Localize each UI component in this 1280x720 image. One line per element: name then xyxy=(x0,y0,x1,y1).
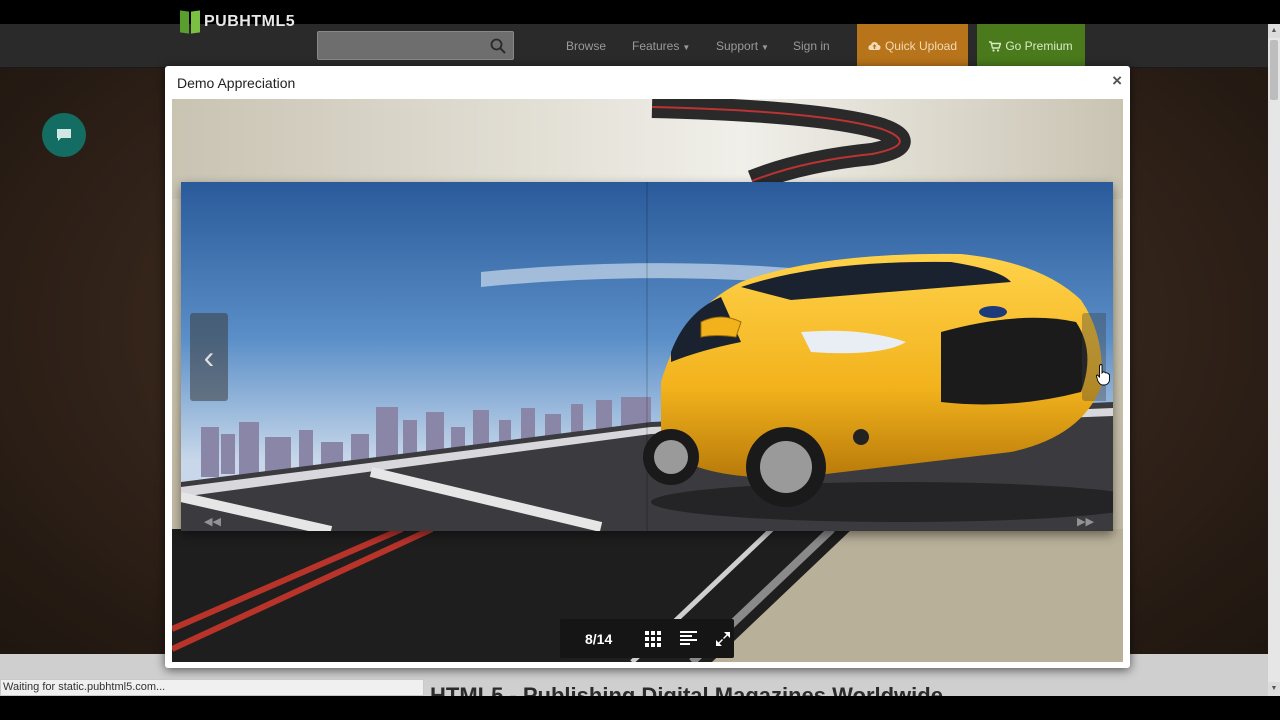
chevron-left-icon: ‹ xyxy=(203,338,215,375)
table-of-contents-icon[interactable] xyxy=(678,628,699,650)
chat-button[interactable] xyxy=(42,113,86,157)
cart-icon xyxy=(989,40,1002,52)
thumbnails-grid-icon[interactable] xyxy=(642,628,663,650)
go-premium-label: Go Premium xyxy=(1005,39,1073,53)
page-indicator[interactable]: 8/14 xyxy=(585,631,628,647)
scroll-thumb[interactable] xyxy=(1270,40,1278,100)
nav-features-label: Features xyxy=(632,39,680,53)
caret-down-icon: ▼ xyxy=(682,43,691,52)
fullscreen-icon[interactable] xyxy=(713,628,734,650)
nav-sign-in[interactable]: Sign in xyxy=(793,39,830,53)
flipbook-spread[interactable] xyxy=(181,182,1113,531)
car-advert-image xyxy=(181,182,1113,531)
browser-status-bar: Waiting for static.pubhtml5.com... xyxy=(0,679,424,696)
nav-support[interactable]: Support ▼ xyxy=(716,39,769,53)
scroll-down-icon[interactable]: ▼ xyxy=(1268,682,1280,696)
nav-features[interactable]: Features ▼ xyxy=(632,39,690,53)
logo-text: PUBHTML5 xyxy=(204,13,296,30)
quick-upload-button[interactable]: Quick Upload xyxy=(857,24,968,68)
scroll-up-icon[interactable]: ▲ xyxy=(1268,24,1280,38)
quick-upload-label: Quick Upload xyxy=(884,39,958,53)
book-logo-icon xyxy=(180,10,200,34)
page-heading: HTML5 - Publishing Digital Magazines Wor… xyxy=(430,684,1050,696)
road-decoration xyxy=(651,99,911,189)
page-scrollbar[interactable] xyxy=(1268,24,1280,696)
hand-cursor-icon xyxy=(1096,364,1110,386)
last-page-icon[interactable]: ▶▶ xyxy=(1077,515,1094,528)
site-logo[interactable]: PUBHTML5 xyxy=(180,10,295,34)
nav-support-label: Support xyxy=(716,39,759,53)
previous-page-button[interactable]: ‹ xyxy=(190,313,228,401)
demo-modal: Demo Appreciation × ‹ ◀◀ ▶▶ 8/14 xyxy=(165,66,1130,668)
search-icon[interactable] xyxy=(490,38,506,54)
flipbook-viewer: ‹ ◀◀ ▶▶ 8/14 xyxy=(172,99,1123,662)
next-page-button[interactable] xyxy=(1082,313,1106,401)
caret-down-icon: ▼ xyxy=(761,43,769,52)
letterbox-bottom xyxy=(0,696,1280,720)
viewer-toolbar: 8/14 xyxy=(560,619,734,658)
cloud-upload-icon xyxy=(868,42,881,50)
close-icon[interactable]: × xyxy=(1112,71,1122,91)
nav-browse[interactable]: Browse xyxy=(566,39,606,53)
modal-title: Demo Appreciation xyxy=(177,75,296,91)
chat-icon xyxy=(57,129,71,141)
first-page-icon[interactable]: ◀◀ xyxy=(204,515,221,528)
go-premium-button[interactable]: Go Premium xyxy=(977,24,1085,68)
search-input[interactable] xyxy=(317,31,514,60)
